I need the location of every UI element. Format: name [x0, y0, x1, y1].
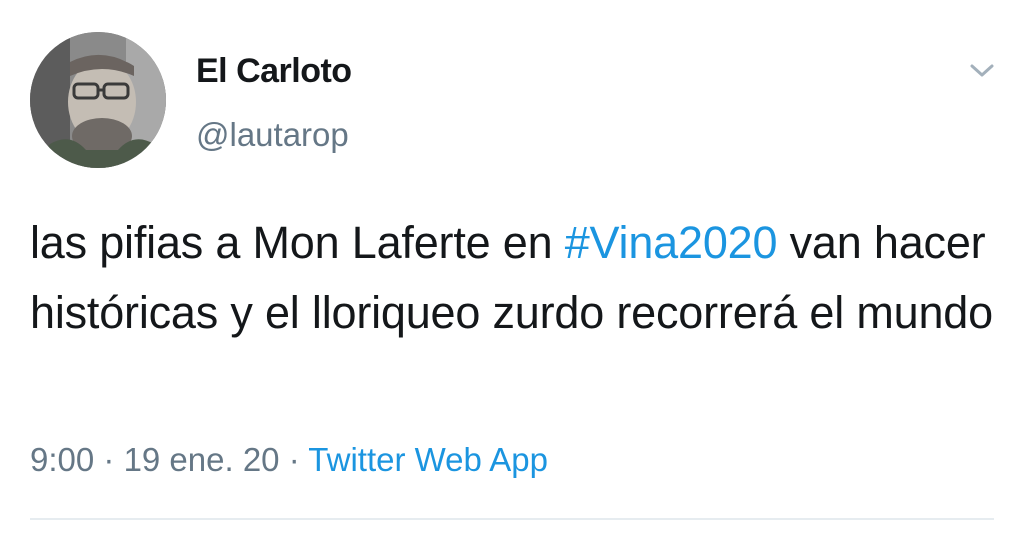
- meta-separator: ·: [94, 441, 124, 478]
- tweet-text: las pifias a Mon Laferte en #Vina2020 va…: [30, 208, 1005, 348]
- avatar[interactable]: [30, 32, 166, 168]
- author-name[interactable]: El Carloto: [196, 52, 352, 91]
- tweet: El Carloto @lautarop las pifias a Mon La…: [0, 0, 1024, 534]
- divider: [30, 518, 994, 520]
- tweet-meta: 9:00 · 19 ene. 20 · Twitter Web App: [30, 441, 548, 479]
- tweet-text-before: las pifias a Mon Laferte en: [30, 217, 565, 268]
- hashtag-link[interactable]: #Vina2020: [565, 217, 778, 268]
- meta-separator: ·: [279, 441, 309, 478]
- author-handle[interactable]: @lautarop: [196, 116, 349, 154]
- tweet-source-link[interactable]: Twitter Web App: [308, 441, 548, 478]
- tweet-date[interactable]: 19 ene. 20: [124, 441, 280, 478]
- chevron-down-icon[interactable]: [966, 58, 998, 82]
- tweet-time[interactable]: 9:00: [30, 441, 94, 478]
- avatar-image: [30, 32, 166, 168]
